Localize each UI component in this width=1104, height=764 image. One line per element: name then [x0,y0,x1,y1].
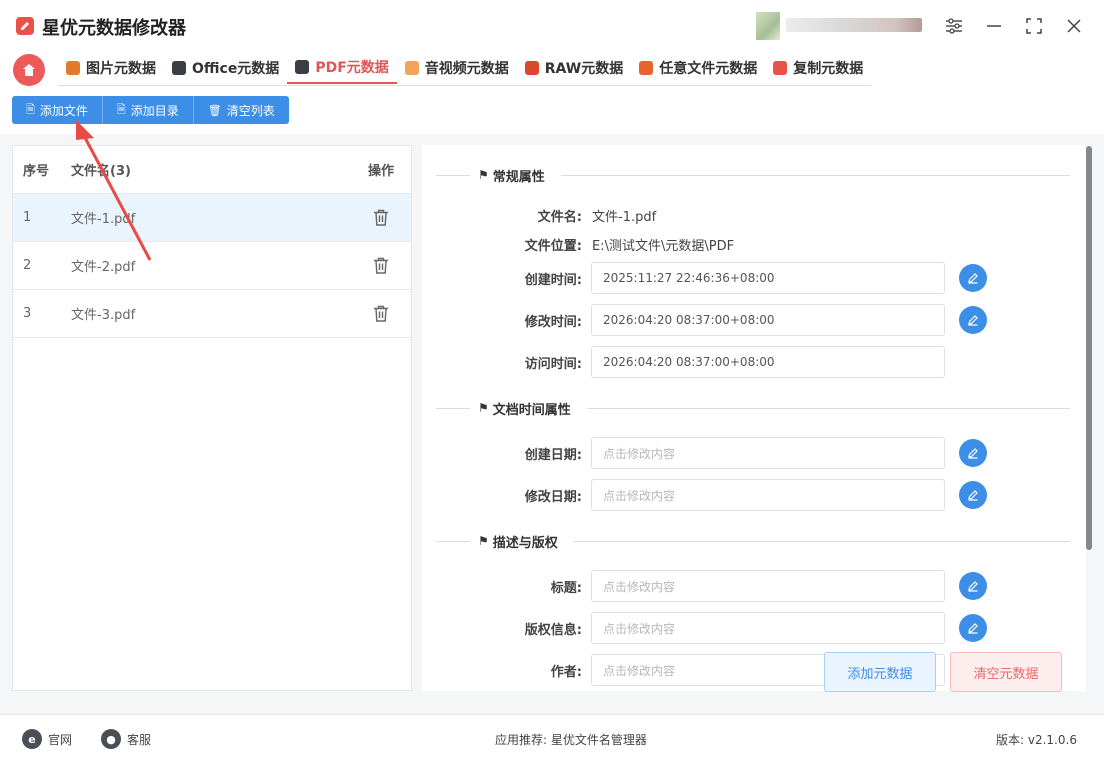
create-date-field[interactable]: 点击修改内容 [591,437,945,469]
modify-date-field[interactable]: 点击修改内容 [591,479,945,511]
browser-icon: e [22,729,42,749]
tab-raw-metadata[interactable]: RAW元数据 [517,52,631,84]
clear-list-button[interactable]: 🗑 清空列表 [193,96,289,124]
tab-pdf-metadata[interactable]: PDF元数据 [287,52,397,84]
edit-modify-date-button[interactable] [959,481,987,509]
user-name-blurred [786,18,922,32]
properties-scrollbar[interactable] [1086,146,1092,550]
row-index: 3 [23,306,32,321]
row-filename: 文件-2.pdf [71,260,136,275]
pencil-icon [968,581,978,592]
row-index: 2 [23,258,32,273]
add-file-button[interactable]: 🗎 添加文件 [12,96,103,124]
filename-label: 文件名: [537,210,582,225]
add-metadata-button[interactable]: 添加元数据 [824,652,936,692]
modified-time-label: 修改时间: [524,315,582,330]
tab-office-metadata[interactable]: Office元数据 [164,52,287,84]
flag-icon: ⚑ [478,168,489,182]
support-link[interactable]: ● 客服 [101,729,151,749]
table-row[interactable]: 3 文件-3.pdf [13,290,411,338]
table-row[interactable]: 2 文件-2.pdf [13,242,411,290]
app-title: 星优元数据修改器 [42,18,186,39]
recommended-app-link[interactable]: 星优文件名管理器 [551,733,647,747]
add-directory-button[interactable]: 🗎 添加目录 [102,96,194,124]
modified-time-field[interactable]: 2026:04:20 08:37:00+08:00 [591,304,945,336]
version-info: 版本: v2.1.0.6 [996,733,1077,747]
edit-created-time-button[interactable] [959,264,987,292]
file-location-value: E:\测试文件\元数据\PDF [592,239,735,254]
column-index-header: 序号 [23,164,50,179]
section-general: ⚑ 常规属性 [436,165,1070,185]
flag-icon: ⚑ [478,401,489,415]
table-row[interactable]: 1 文件-1.pdf [13,194,411,242]
user-avatar[interactable] [756,12,780,40]
file-location-label: 文件位置: [524,239,582,254]
delete-icon[interactable] [351,209,411,226]
chat-icon: ● [101,729,121,749]
created-time-field[interactable]: 2025:11:27 22:46:36+08:00 [591,262,945,294]
file-toolbar: 🗎 添加文件 🗎 添加目录 🗑 清空列表 [12,96,289,124]
app-recommendation: 应用推荐: 星优文件名管理器 [495,733,647,747]
tab-bar: 图片元数据 Office元数据 PDF元数据 音视频元数据 RAW元数据 任意文… [58,52,872,86]
settings-icon[interactable] [942,14,966,38]
clear-metadata-button[interactable]: 清空元数据 [950,652,1062,692]
accessed-time-label: 访问时间: [524,357,582,372]
row-filename: 文件-3.pdf [71,308,136,323]
website-link[interactable]: e 官网 [22,729,72,749]
minimize-icon[interactable] [982,14,1006,38]
title-label: 标题: [550,581,582,596]
home-button[interactable] [13,54,45,86]
author-label: 作者: [550,665,582,680]
pdf-icon [295,60,310,74]
filename-value: 文件-1.pdf [592,210,657,225]
section-description-copyright: ⚑ 描述与版权 [436,531,1070,551]
title-field[interactable]: 点击修改内容 [591,570,945,602]
edit-copyright-button[interactable] [959,614,987,642]
row-filename: 文件-1.pdf [71,212,136,227]
column-operation-header: 操作 [367,164,394,179]
pencil-icon [968,490,978,501]
copy-icon [773,61,788,75]
file-list-table: 序号 文件名(3) 操作 1 文件-1.pdf 2 文件-2.pdf 3 文件-… [12,145,412,691]
home-icon [23,64,35,76]
column-filename-header: 文件名(3) [71,164,131,179]
tab-image-metadata[interactable]: 图片元数据 [58,52,164,84]
properties-panel: ⚑ 常规属性 文件名: 文件-1.pdf 文件位置: E:\测试文件\元数据\PD… [422,145,1086,691]
file-icon [639,61,654,75]
maximize-icon[interactable] [1022,14,1046,38]
table-header: 序号 文件名(3) 操作 [13,146,411,194]
copyright-field[interactable]: 点击修改内容 [591,612,945,644]
edit-modified-time-button[interactable] [959,306,987,334]
document-icon: 🗎 [116,102,126,116]
flag-icon: ⚑ [478,534,489,548]
accessed-time-field[interactable]: 2026:04:20 08:37:00+08:00 [591,346,945,378]
image-icon [66,61,80,75]
delete-icon[interactable] [351,305,411,322]
tab-any-file-metadata[interactable]: 任意文件元数据 [631,52,765,84]
copyright-label: 版权信息: [524,623,582,638]
row-index: 1 [23,210,32,225]
pencil-icon [968,623,978,634]
footer: e 官网 ● 客服 应用推荐: 星优文件名管理器 版本: v2.1.0.6 [0,714,1104,764]
delete-icon[interactable] [351,257,411,274]
pencil-icon [968,273,978,284]
edit-create-date-button[interactable] [959,439,987,467]
pencil-icon [968,448,978,459]
tab-copy-metadata[interactable]: 复制元数据 [765,52,871,84]
modify-date-label: 修改日期: [524,490,582,505]
media-icon [404,61,419,75]
tab-media-metadata[interactable]: 音视频元数据 [397,52,517,84]
close-icon[interactable] [1062,14,1086,38]
created-time-label: 创建时间: [524,273,582,288]
trash-icon: 🗑 [207,103,222,117]
office-icon [172,61,186,75]
raw-icon [524,61,539,75]
app-logo-icon [16,17,34,35]
pencil-icon [968,315,978,326]
section-document-time: ⚑ 文档时间属性 [436,398,1070,418]
document-icon: 🗎 [26,102,35,116]
edit-title-button[interactable] [959,572,987,600]
create-date-label: 创建日期: [524,448,582,463]
